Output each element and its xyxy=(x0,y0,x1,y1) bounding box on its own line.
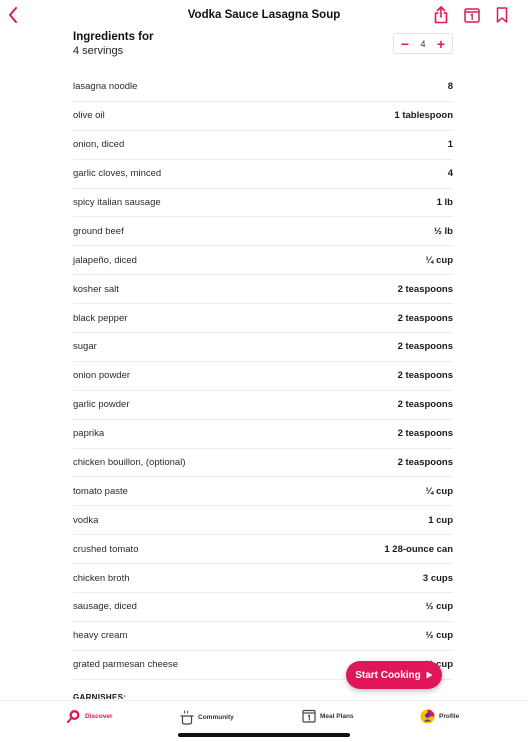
ingredient-quantity: 1 28-ounce can xyxy=(384,543,453,555)
tab-label: Meal Plans xyxy=(320,712,354,720)
ingredient-row: jalapeño, diced ¼ cup xyxy=(73,246,453,276)
ingredient-name: onion, diced xyxy=(73,139,125,151)
top-bar: Vodka Sauce Lasagna Soup xyxy=(0,0,528,30)
ingredient-quantity: 2 teaspoons xyxy=(397,370,453,382)
garnishes-heading: GARNISHES: xyxy=(73,693,127,699)
ingredient-row: sausage, diced ½ cup xyxy=(73,593,453,622)
ingredient-name: heavy cream xyxy=(73,630,128,642)
ingredient-quantity: 2 teaspoons xyxy=(397,428,453,440)
ingredient-name: lasagna noodle xyxy=(73,81,138,93)
ingredient-name: kosher salt xyxy=(73,283,119,295)
share-button[interactable] xyxy=(431,5,451,25)
ingredient-row: sugar 2 teaspoons xyxy=(73,333,453,362)
ingredient-row: heavy cream ½ cup xyxy=(73,622,453,651)
ingredient-name: garlic cloves, minced xyxy=(73,168,162,180)
ingredient-name: jalapeño, diced xyxy=(73,254,137,266)
ingredient-name: olive oil xyxy=(73,110,105,122)
ingredient-row: black pepper 2 teaspoons xyxy=(73,304,453,334)
pot-icon xyxy=(180,710,194,725)
calendar-icon xyxy=(302,709,316,723)
ingredient-quantity: 1 tablespoon xyxy=(394,110,453,122)
meal-plan-button[interactable] xyxy=(462,5,482,25)
ingredient-quantity: 2 teaspoons xyxy=(397,457,453,469)
ingredient-name: vodka xyxy=(73,514,99,526)
bookmark-button[interactable] xyxy=(492,5,512,25)
ingredient-row: garlic powder 2 teaspoons xyxy=(73,391,453,420)
ingredient-name: black pepper xyxy=(73,312,128,324)
tab-meal-plans[interactable]: Meal Plans xyxy=(302,709,354,723)
ingredient-quantity: ¼ cup xyxy=(425,254,453,266)
ingredient-row: lasagna noodle 8 xyxy=(73,73,453,102)
tab-label: Discover xyxy=(85,712,113,720)
ingredient-name: garlic powder xyxy=(73,399,130,411)
back-button[interactable] xyxy=(4,4,22,26)
ingredient-name: tomato paste xyxy=(73,485,128,497)
ingredient-name: ground beef xyxy=(73,225,124,237)
ingredient-name: sausage, diced xyxy=(73,601,137,613)
ingredient-name: sugar xyxy=(73,341,97,353)
ingredient-quantity: 1 lb xyxy=(436,197,453,208)
bookmark-icon xyxy=(496,7,508,23)
share-icon xyxy=(434,6,448,24)
start-cooking-button[interactable]: Start Cooking xyxy=(346,661,442,689)
start-cooking-label: Start Cooking xyxy=(355,669,421,681)
ingredient-name: chicken broth xyxy=(73,572,130,584)
avatar-icon xyxy=(420,709,435,724)
ingredient-row: chicken broth 3 cups xyxy=(73,564,453,594)
ingredient-row: chicken bouillon, (optional) 2 teaspoons xyxy=(73,449,453,478)
ingredient-quantity: 2 teaspoons xyxy=(397,283,453,295)
ingredient-quantity: 2 teaspoons xyxy=(397,312,453,324)
ingredient-name: chicken bouillon, (optional) xyxy=(73,457,186,469)
tab-discover[interactable]: Discover xyxy=(67,709,112,723)
ingredient-quantity: ½ cup xyxy=(425,601,453,613)
ingredient-quantity: 4 xyxy=(447,168,453,180)
ingredient-list: lasagna noodle 8 olive oil 1 tablespoon on… xyxy=(73,73,453,680)
ingredient-row: crushed tomato 1 28-ounce can xyxy=(73,535,453,565)
ingredient-row: onion powder 2 teaspoons xyxy=(73,362,453,391)
ingredient-row: olive oil 1 tablespoon xyxy=(73,102,453,131)
chevron-left-icon xyxy=(9,7,17,23)
decrement-servings-button[interactable]: − xyxy=(399,35,411,53)
ingredient-name: crushed tomato xyxy=(73,543,139,555)
ingredient-quantity: 2 teaspoons xyxy=(397,399,453,411)
home-indicator xyxy=(178,733,350,737)
tab-community[interactable]: Community xyxy=(180,709,234,725)
servings-label: 4 servings xyxy=(73,45,124,57)
ingredient-quantity: ½ cup xyxy=(425,630,453,642)
ingredient-row: ground beef ½ lb xyxy=(73,217,453,247)
ingredient-row: vodka 1 cup xyxy=(73,506,453,536)
ingredient-row: garlic cloves, minced 4 xyxy=(73,160,453,189)
ingredient-quantity: 2 teaspoons xyxy=(397,341,453,353)
calendar-icon xyxy=(464,8,480,23)
ingredient-row: onion, diced 1 xyxy=(73,131,453,160)
tab-label: Community xyxy=(198,713,234,721)
ingredient-name: onion powder xyxy=(73,370,131,382)
ingredient-name: paprika xyxy=(73,428,105,440)
discover-icon xyxy=(67,710,80,723)
ingredient-name: grated parmesan cheese xyxy=(73,659,179,671)
ingredients-title: Ingredients for xyxy=(73,31,154,43)
servings-value: 4 xyxy=(420,38,426,49)
increment-servings-button[interactable]: + xyxy=(435,35,447,53)
ingredient-row: kosher salt 2 teaspoons xyxy=(73,275,453,305)
play-icon xyxy=(426,671,433,679)
ingredient-row: spicy italian sausage 1 lb xyxy=(73,189,453,218)
ingredient-row: paprika 2 teaspoons xyxy=(73,420,453,449)
servings-stepper: − 4 + xyxy=(393,33,453,54)
ingredient-quantity: 1 cup xyxy=(428,514,453,526)
ingredient-quantity: 3 cups xyxy=(422,572,453,584)
tab-label: Profile xyxy=(439,713,460,720)
recipe-screen: Vodka Sauce Lasagna Soup Ingredients for… xyxy=(0,0,528,742)
ingredient-row: tomato paste ¼ cup xyxy=(73,477,453,507)
ingredient-quantity: ¼ cup xyxy=(425,485,453,497)
ingredient-quantity: 8 xyxy=(447,81,453,93)
tab-profile[interactable]: Profile xyxy=(420,709,459,724)
ingredient-name: spicy italian sausage xyxy=(73,197,161,208)
ingredient-quantity: ½ lb xyxy=(433,225,453,237)
ingredient-quantity: 1 xyxy=(447,139,453,151)
